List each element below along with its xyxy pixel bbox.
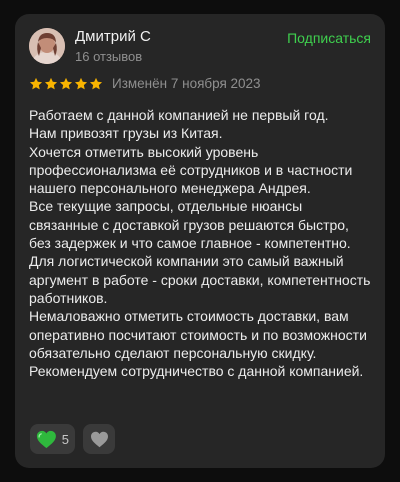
subscribe-button[interactable]: Подписаться xyxy=(287,29,371,47)
star-icon xyxy=(89,77,103,90)
review-header: Дмитрий С 16 отзывов Подписаться xyxy=(29,28,371,66)
review-paragraph: Работаем с данной компанией не первый го… xyxy=(29,107,329,123)
author-info: Дмитрий С 16 отзывов xyxy=(75,28,151,65)
author-name[interactable]: Дмитрий С xyxy=(75,28,151,46)
star-icon xyxy=(74,77,88,90)
review-paragraph: Все текущие запросы, отдельные нюансы св… xyxy=(29,198,351,252)
avatar[interactable] xyxy=(29,28,65,64)
review-paragraph: Для логистической компании это самый важ… xyxy=(29,253,371,306)
review-text: Работаем с данной компанией не первый го… xyxy=(29,106,374,380)
review-paragraph: Хочется отметить высокий уровень професс… xyxy=(29,143,353,197)
review-paragraph: Немаловажно отметить стоимость доставки,… xyxy=(29,308,367,361)
avatar-image xyxy=(29,28,65,64)
review-date: Изменён 7 ноября 2023 xyxy=(112,76,261,91)
dislike-button[interactable] xyxy=(83,424,115,454)
reactions: 5 xyxy=(30,424,115,454)
like-count: 5 xyxy=(61,431,69,447)
green-heart-icon xyxy=(36,430,56,448)
rating-stars xyxy=(29,77,103,91)
author-reviews-count: 16 отзывов xyxy=(75,49,143,64)
rating-row: Изменён 7 ноября 2023 xyxy=(29,74,261,94)
star-icon xyxy=(44,77,58,90)
star-icon xyxy=(29,77,43,90)
review-paragraph: Нам привозят грузы из Китая. xyxy=(29,125,223,142)
gray-heart-icon xyxy=(90,431,108,447)
review-card: Дмитрий С 16 отзывов Подписаться Изменён… xyxy=(15,14,385,468)
review-paragraph: Рекомендуем сотрудничество с данной комп… xyxy=(29,363,364,380)
like-button[interactable]: 5 xyxy=(30,424,75,454)
star-icon xyxy=(59,77,73,90)
